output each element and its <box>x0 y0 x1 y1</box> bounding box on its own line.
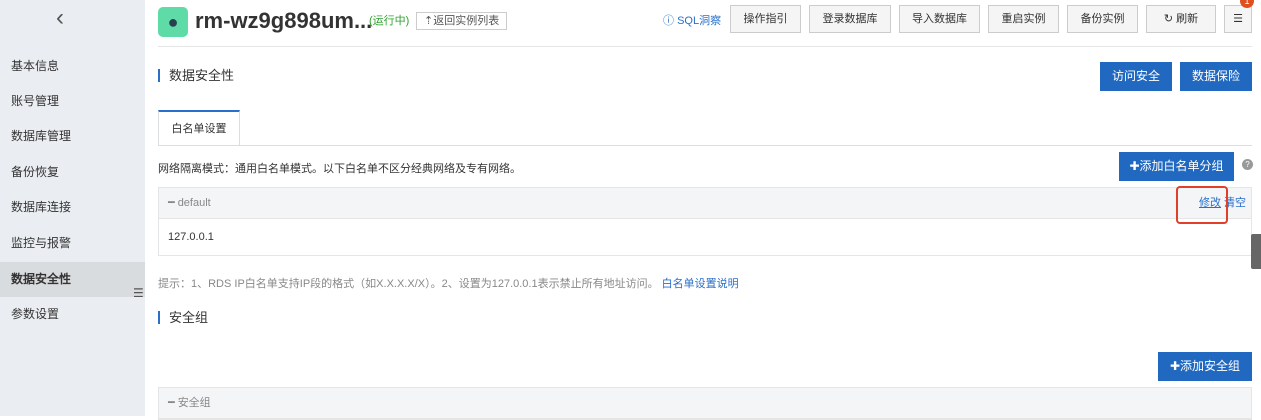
section-title-security-group: 安全组 <box>158 311 208 324</box>
sg-name: 安全组 <box>177 397 211 409</box>
sidebar-item-connection[interactable]: 数据库连接 <box>0 190 145 225</box>
plus-icon: ✚ <box>1129 159 1140 173</box>
data-insurance-button[interactable]: 数据保险 <box>1180 62 1252 91</box>
sidebar-item-backup[interactable]: 备份恢复 <box>0 155 145 190</box>
help-icon[interactable]: ? <box>1242 159 1253 170</box>
minus-icon[interactable]: ━ <box>168 197 178 209</box>
collapse-sidebar-icon[interactable]: ☰ <box>133 286 144 300</box>
sidebar-item-params[interactable]: 参数设置 <box>0 297 145 332</box>
group-header: ━ default 修改 清空 <box>159 188 1251 219</box>
add-whitelist-label: 添加白名单分组 <box>1139 159 1224 173</box>
whitelist-ips: 127.0.0.1 <box>168 231 214 243</box>
access-security-button[interactable]: 访问安全 <box>1100 62 1172 91</box>
add-security-group-button[interactable]: ✚添加安全组 <box>1158 352 1252 381</box>
backup-button[interactable]: 备份实例 <box>1067 5 1138 33</box>
back-label: 返回实例列表 <box>433 15 500 27</box>
hint-body: 提示：1、RDS IP白名单支持IP段的格式（如X.X.X.X/X）。2、设置为… <box>158 278 659 290</box>
list-icon: ☰ <box>1233 13 1243 25</box>
upload-arrow-icon: ⇡ <box>424 15 434 27</box>
sidebar-item-monitoring[interactable]: 监控与报警 <box>0 226 145 261</box>
highlight-box <box>1176 186 1228 224</box>
login-db-button[interactable]: 登录数据库 <box>809 5 891 33</box>
divider <box>158 46 1252 47</box>
main-content: ● rm-wz9g898um... (运行中) ⇡返回实例列表 ⓘ SQL洞察 … <box>145 0 1261 420</box>
guide-button[interactable]: 操作指引 <box>730 5 801 33</box>
security-group-panel: ━ 安全组 <box>158 387 1252 420</box>
sidebar-item-databases[interactable]: 数据库管理 <box>0 119 145 154</box>
plus-icon: ✚ <box>1169 359 1181 373</box>
whitelist-help-link[interactable]: 白名单设置说明 <box>662 278 739 290</box>
sidebar-item-accounts[interactable]: 账号管理 <box>0 84 145 119</box>
instance-title: rm-wz9g898um... <box>195 8 373 33</box>
sidebar-item-security[interactable]: 数据安全性 <box>0 262 145 297</box>
group-name: default <box>177 197 211 209</box>
network-mode-desc: 网络隔离模式：通用白名单模式。以下白名单不区分经典网络及专有网络。 <box>158 163 521 175</box>
refresh-icon: ↻ <box>1163 13 1177 25</box>
menu-list-button[interactable]: ☰ <box>1224 5 1252 33</box>
side-expand-tab[interactable] <box>1251 234 1261 269</box>
refresh-label: 刷新 <box>1176 13 1199 25</box>
sidebar-item-basic-info[interactable]: 基本信息 <box>0 49 145 84</box>
back-chevron-icon[interactable]: ‹ <box>56 4 64 32</box>
section-title-security: 数据安全性 <box>158 69 234 82</box>
sql-label: SQL洞察 <box>677 15 722 27</box>
import-db-button[interactable]: 导入数据库 <box>899 5 980 33</box>
back-to-list-button[interactable]: ⇡返回实例列表 <box>416 12 508 30</box>
refresh-button[interactable]: ↻ 刷新 <box>1146 5 1216 33</box>
sg-header: ━ 安全组 <box>159 388 1251 419</box>
tab-whitelist[interactable]: 白名单设置 <box>158 110 240 146</box>
add-sg-label: 添加安全组 <box>1180 359 1241 373</box>
sidebar: ‹ 基本信息 账号管理 数据库管理 备份恢复 数据库连接 监控与报警 数据安全性… <box>0 0 145 416</box>
tab-divider <box>158 145 1252 146</box>
question-circle-icon: ⓘ <box>663 15 678 27</box>
restart-button[interactable]: 重启实例 <box>988 5 1059 33</box>
whitelist-group-default: ━ default 修改 清空 127.0.0.1 <box>158 187 1252 256</box>
add-whitelist-group-button[interactable]: ✚添加白名单分组 <box>1119 152 1234 181</box>
status-badge: (运行中) <box>369 15 410 27</box>
minus-icon[interactable]: ━ <box>168 397 178 409</box>
sql-insight-link[interactable]: ⓘ SQL洞察 <box>663 12 721 28</box>
instance-logo-icon: ● <box>158 7 188 37</box>
hint-text: 提示：1、RDS IP白名单支持IP段的格式（如X.X.X.X/X）。2、设置为… <box>158 275 739 291</box>
